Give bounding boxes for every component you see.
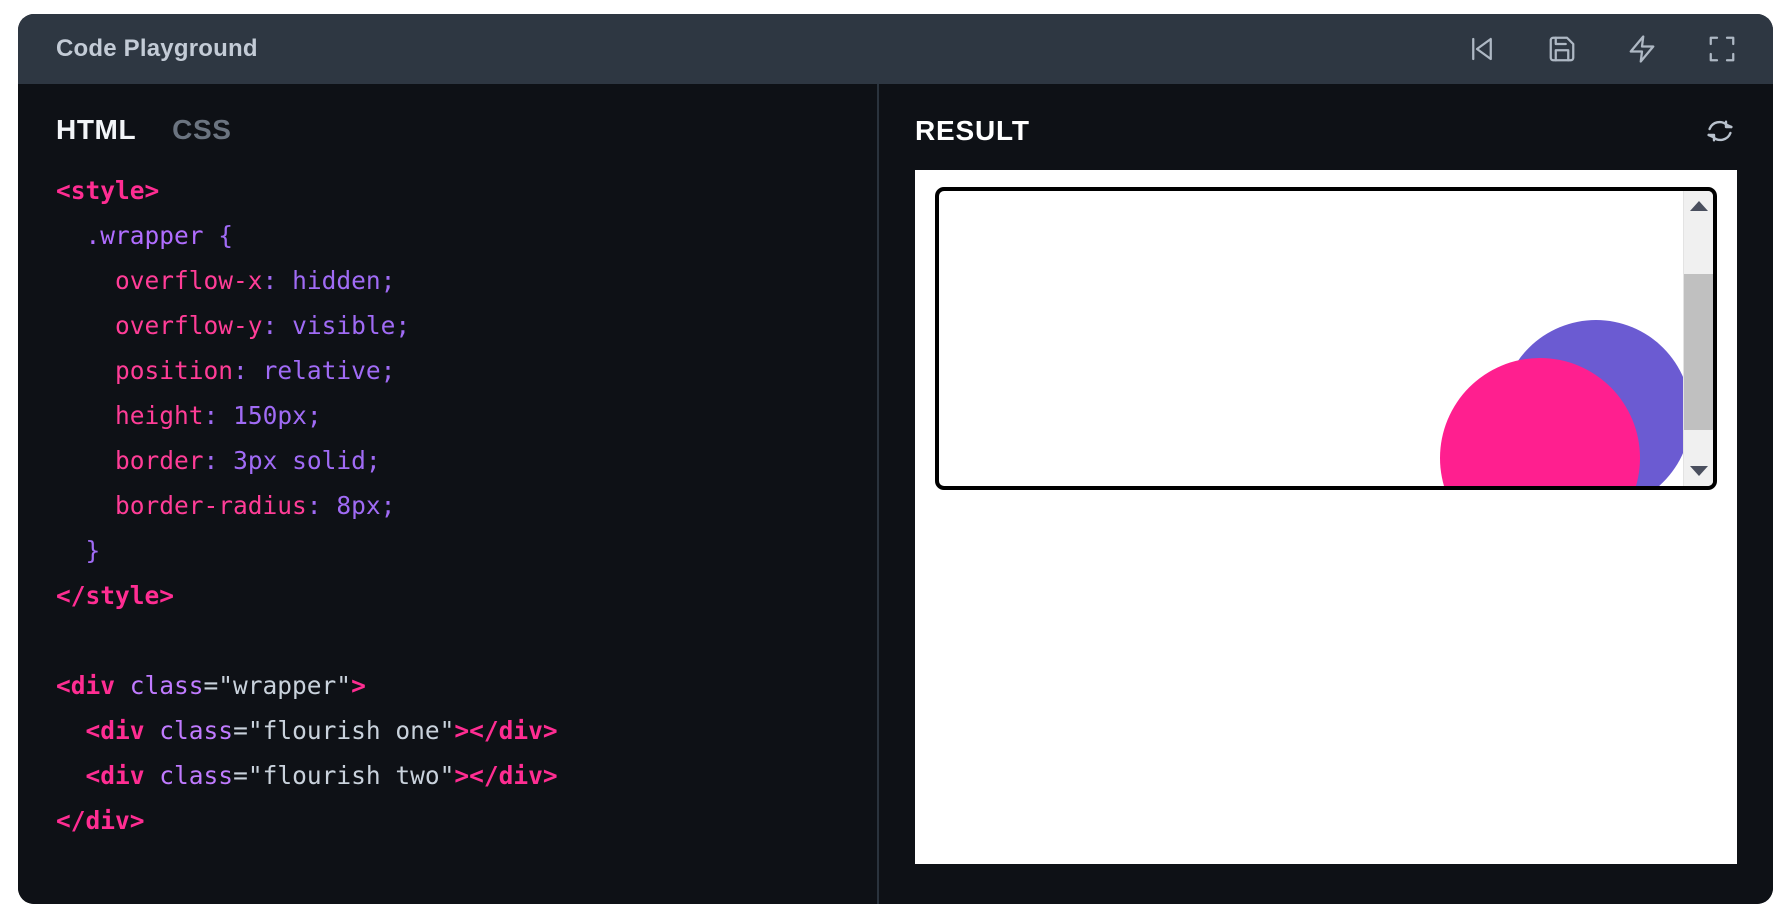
editor-tabbar: HTML CSS [18,84,877,168]
result-header: RESULT [879,84,1773,170]
save-icon[interactable] [1545,32,1579,66]
code-playground-window: Code Playground HTML CSS <style> .wrappe… [18,14,1773,904]
code-token-val-hidden: hidden; [292,266,396,295]
code-token-div-one-close: ></div> [454,716,558,745]
code-token-colon-5: : [203,446,219,475]
code-token-colon-2: : [262,311,278,340]
lightning-bolt-icon[interactable] [1625,32,1659,66]
tab-html[interactable]: HTML [56,114,136,146]
scrollbar-track[interactable] [1684,221,1713,456]
code-token-val-height: 150px; [233,401,322,430]
code-token-attr-class-2: class [159,716,234,745]
code-token-val-visible: visible; [292,311,411,340]
preview-wrapper-inner [939,191,1713,486]
code-token-selector: .wrapper [85,221,204,250]
code-token-attrval-two: ="flourish two" [233,761,455,790]
titlebar-actions [1465,32,1739,66]
result-body [879,170,1773,904]
code-token-prop-border-radius: border-radius [115,491,307,520]
code-content[interactable]: <style> .wrapper { overflow-x: hidden; o… [56,168,877,843]
code-token-brace-close: } [85,536,101,565]
code-token-colon-1: : [262,266,278,295]
editor-pane: HTML CSS <style> .wrapper { overflow-x: … [18,84,879,904]
code-token-prop-height: height [115,401,204,430]
panes: HTML CSS <style> .wrapper { overflow-x: … [18,84,1773,904]
result-canvas [915,170,1737,864]
code-token-div-open: <div [56,671,116,700]
code-token-div-two-close: ></div> [454,761,558,790]
code-token-div-two-open: <div [85,761,145,790]
code-token-brace-open: { [218,221,234,250]
refresh-icon[interactable] [1703,114,1737,148]
code-token-attrval-one: ="flourish one" [233,716,455,745]
scroll-up-arrow-icon[interactable] [1684,191,1713,221]
preview-wrapper [935,187,1717,490]
code-token-val-radius: 8px; [336,491,396,520]
code-token-div-one-open: <div [85,716,145,745]
code-token-prop-position: position [115,356,234,385]
scroll-down-arrow-icon[interactable] [1684,456,1713,486]
code-token-attr-class-1: class [129,671,204,700]
code-token-attrval-wrapper: ="wrapper" [203,671,352,700]
result-title: RESULT [915,115,1030,146]
code-token-colon-3: : [233,356,248,385]
result-pane: RESULT [879,84,1773,904]
page-title: Code Playground [56,35,258,62]
code-editor[interactable]: <style> .wrapper { overflow-x: hidden; o… [18,168,877,904]
tab-css[interactable]: CSS [172,114,231,146]
code-token-prop-border: border [115,446,204,475]
code-token-val-relative: relative; [262,356,396,385]
code-token-prop-overflow-x: overflow-x [115,266,263,295]
code-token-colon-4: : [203,401,219,430]
code-token-prop-overflow-y: overflow-y [115,311,263,340]
titlebar: Code Playground [18,14,1773,84]
fullscreen-icon[interactable] [1705,32,1739,66]
scrollbar-thumb[interactable] [1684,274,1713,430]
code-token-val-border: 3px solid; [233,446,381,475]
code-token-colon-6: : [306,491,322,520]
skip-back-icon[interactable] [1465,32,1499,66]
code-token-style-open: <style> [56,176,160,205]
code-token-gt-1: > [351,671,366,700]
code-token-div-close: </div> [56,806,145,835]
preview-scrollbar[interactable] [1683,191,1713,486]
code-token-style-close: </style> [56,581,175,610]
code-token-attr-class-3: class [159,761,234,790]
